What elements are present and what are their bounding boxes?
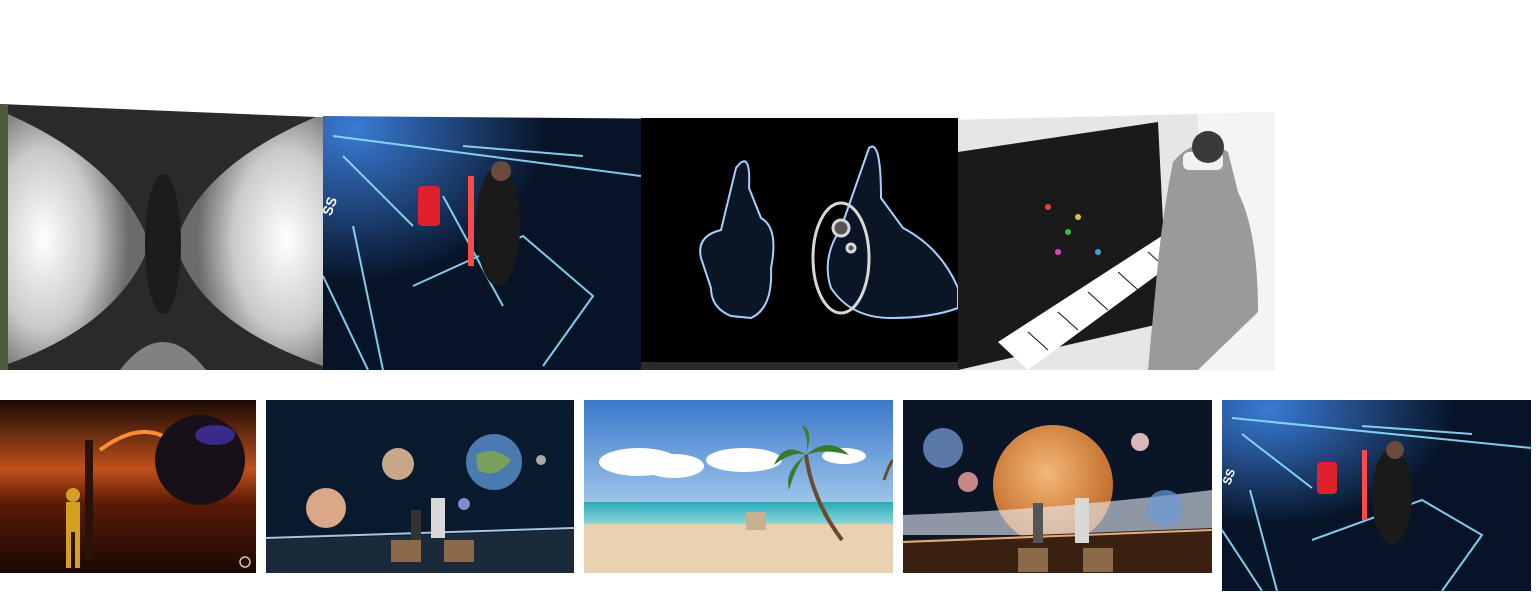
orange-astronaut-clip[interactable] bbox=[0, 400, 256, 573]
beat-saber-image: SS bbox=[323, 116, 641, 370]
astronaut-room-image bbox=[0, 400, 256, 573]
orange-planet-clip[interactable] bbox=[903, 400, 1212, 573]
media-gallery: SS SS bbox=[0, 0, 1539, 616]
tunnel-vr-clip[interactable] bbox=[0, 104, 323, 370]
beat-saber-clip-2[interactable]: SS bbox=[1222, 400, 1531, 591]
piano-player-vr-image bbox=[958, 112, 1275, 370]
beach-clip[interactable] bbox=[584, 400, 893, 573]
beat-saber-image: SS bbox=[1222, 400, 1531, 591]
vr-hands-controller-image bbox=[641, 118, 958, 370]
planets-deck-clip[interactable] bbox=[266, 400, 574, 573]
large-planet-balcony-image bbox=[903, 400, 1212, 573]
piano-vr-clip[interactable] bbox=[958, 112, 1275, 370]
beat-saber-clip[interactable]: SS bbox=[323, 116, 641, 370]
thumbs-up-hands-clip[interactable] bbox=[641, 118, 958, 370]
tropical-beach-image bbox=[584, 400, 893, 573]
vr-tunnel-image bbox=[0, 104, 323, 370]
planets-balcony-image bbox=[266, 400, 574, 573]
